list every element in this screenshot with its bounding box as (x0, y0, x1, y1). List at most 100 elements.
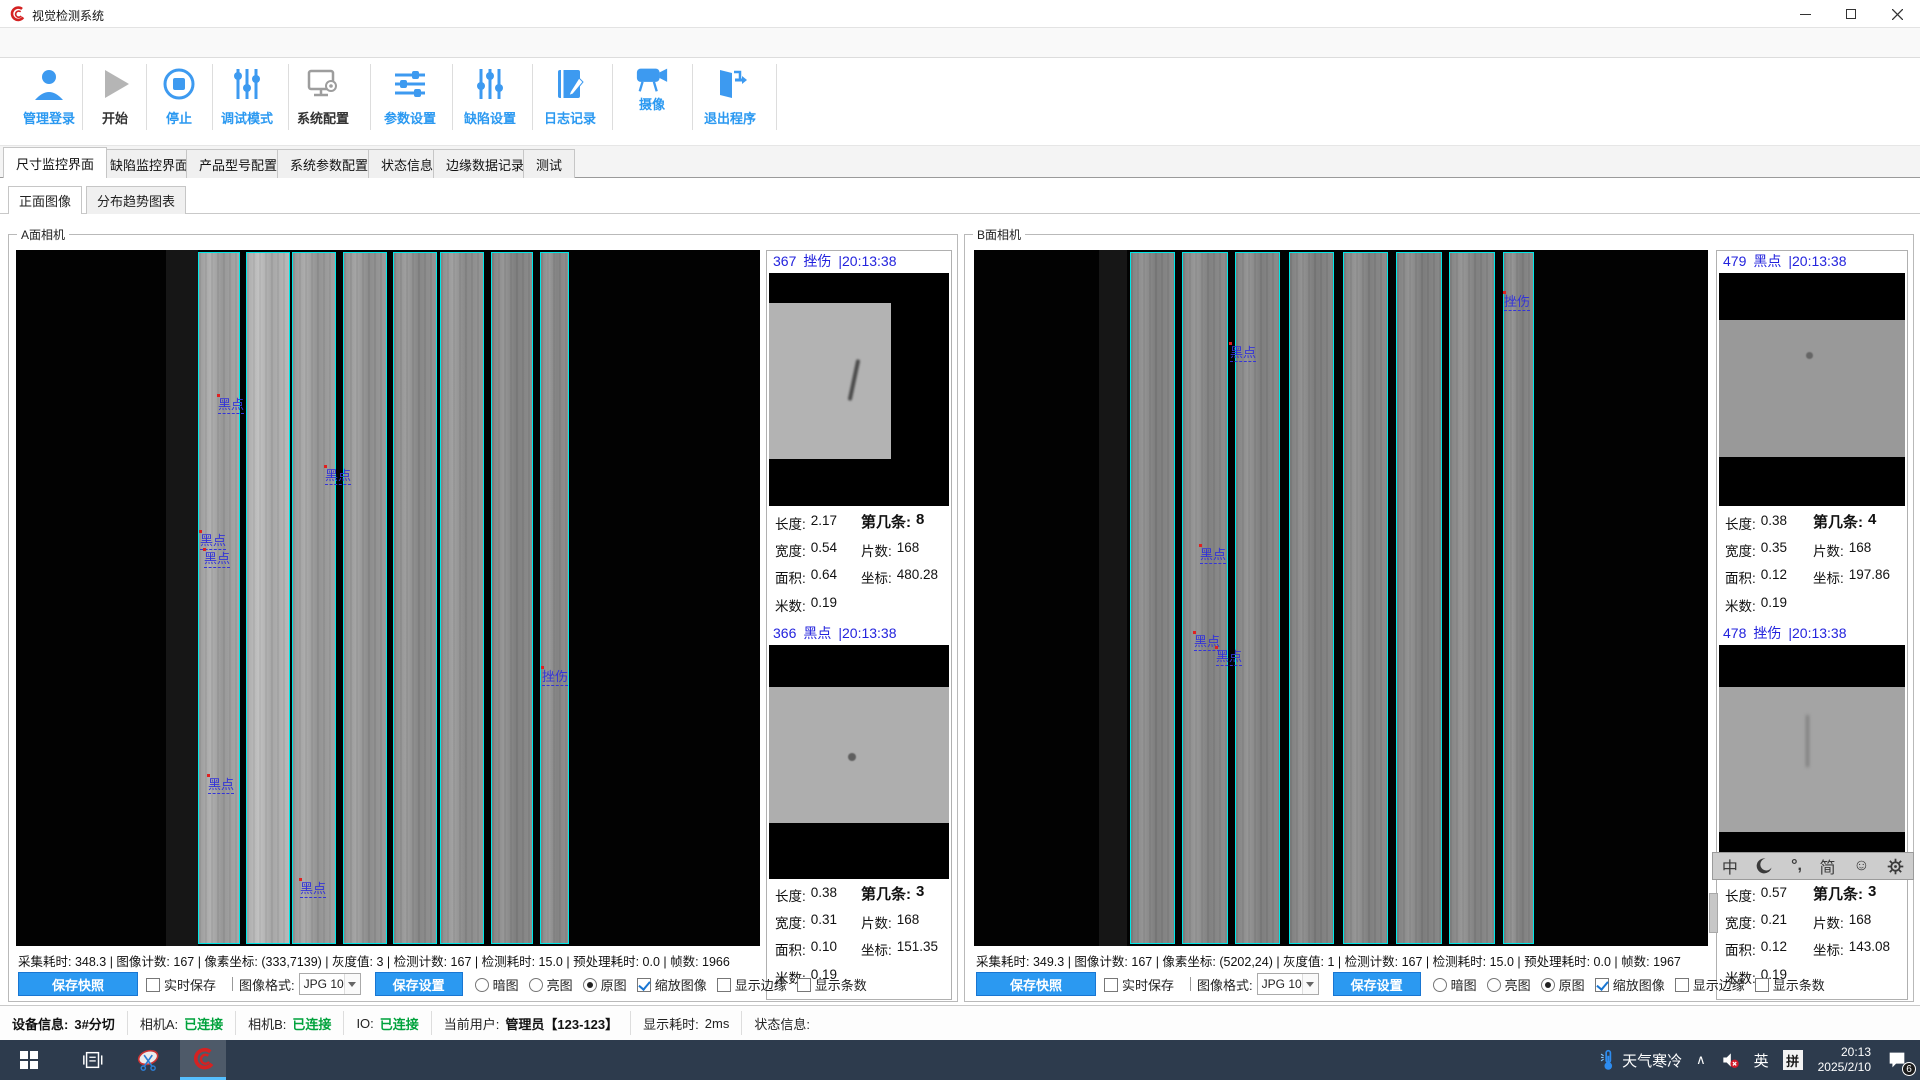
sliders-vertical-icon (472, 66, 508, 102)
defect-snapshot (769, 645, 949, 879)
defect-entry[interactable]: 479 黑点 |20:13:38 长度:0.38 第几条:4 宽度:0.35 片… (1717, 251, 1907, 621)
show-edge-checkbox[interactable] (1675, 978, 1689, 992)
defect-entry[interactable]: 366 黑点 |20:13:38 长度:0.38 第几条:3 宽度:0.31 片… (767, 623, 951, 993)
ime-emoji-button[interactable]: ☺ (1853, 857, 1869, 875)
show-count-checkbox[interactable] (797, 978, 811, 992)
scrollbar[interactable] (1709, 893, 1718, 933)
minimize-button[interactable] (1782, 0, 1828, 28)
action-toolbar: 管理登录 开始 停止 调试模式 系统配置 参数设置 (0, 58, 1920, 146)
play-icon (97, 66, 133, 102)
display-time: 显示耗时:2ms (631, 1011, 742, 1035)
ime-charset-toggle[interactable]: 简 (1820, 854, 1836, 878)
exit-program-button[interactable]: 退出程序 (698, 62, 762, 142)
ime-punctuation-toggle[interactable]: °, (1791, 857, 1802, 875)
defect-id: 366 (773, 625, 796, 641)
moon-icon[interactable] (1755, 857, 1773, 875)
defect-label: 黑点 (1216, 650, 1242, 666)
volume-muted-button[interactable] (1713, 1040, 1747, 1080)
defect-entry[interactable]: 478 挫伤 |20:13:38 长度:0.57 第几条:3 宽度:0.21 片… (1717, 623, 1907, 993)
subtab-front-image[interactable]: 正面图像 (8, 186, 82, 214)
snipping-tool-icon (136, 1047, 162, 1073)
panel-a-title: A面相机 (17, 226, 69, 243)
exit-icon (712, 66, 748, 102)
save-snapshot-button[interactable]: 保存快照 (976, 972, 1096, 996)
film-strip (1182, 252, 1228, 944)
tab-test[interactable]: 测试 (523, 149, 575, 178)
debug-mode-button[interactable]: 调试模式 (215, 62, 279, 142)
snipping-tool-button[interactable] (126, 1040, 172, 1080)
tab-system-param-config[interactable]: 系统参数配置 (277, 149, 381, 178)
film-strip (491, 252, 533, 944)
show-edge-checkbox[interactable] (717, 978, 731, 992)
original-image-radio[interactable] (1541, 978, 1555, 992)
defect-label: 黑点 (1200, 548, 1226, 564)
save-settings-button[interactable]: 保存设置 (375, 972, 463, 996)
film-strip (1130, 252, 1175, 944)
ime-language-bar: 中 °, 简 ☺ (1712, 852, 1914, 880)
defect-entry[interactable]: 367 挫伤 |20:13:38 长度:2.17 第几条:8 宽度:0.54 片… (767, 251, 951, 621)
start-button[interactable]: 开始 (83, 62, 147, 142)
defect-settings-button[interactable]: 缺陷设置 (458, 62, 522, 142)
dark-image-radio[interactable] (1433, 978, 1447, 992)
realtime-save-checkbox[interactable] (146, 978, 160, 992)
film-strip (540, 252, 569, 944)
device-info: 设备信息:3#分切 (0, 1011, 128, 1035)
log-record-button[interactable]: 日志记录 (538, 62, 602, 142)
admin-login-button[interactable]: 管理登录 (17, 62, 81, 142)
film-strip (1449, 252, 1495, 944)
windows-taskbar: 天气寒冷 ∧ 英 拼 20:13 2025/2/10 6 (0, 1040, 1920, 1080)
zoom-image-checkbox[interactable] (1595, 978, 1609, 992)
start-button[interactable] (6, 1040, 52, 1080)
defect-time: |20:13:38 (1788, 625, 1846, 641)
ime-mode-indicator[interactable]: 拼 (1776, 1040, 1810, 1080)
panel-a-camera-image: 黑点 黑点 黑点 黑点 挫伤 黑点 黑点 (16, 250, 760, 946)
task-view-button[interactable] (70, 1040, 116, 1080)
save-snapshot-button[interactable]: 保存快照 (18, 972, 138, 996)
panel-b-camera-image: 挫伤 黑点 黑点 黑点 黑点 (974, 250, 1708, 946)
weather-tray-item[interactable]: 天气寒冷 (1591, 1040, 1689, 1080)
notification-badge: 6 (1902, 1062, 1916, 1076)
clock-date: 2025/2/10 (1818, 1060, 1871, 1075)
image-format-label: 图像格式: (1197, 975, 1253, 994)
tab-edge-data-record[interactable]: 边缘数据记录 (433, 149, 537, 178)
capture-button[interactable]: 摄像 (620, 62, 684, 142)
panel-a-stats-line: 采集耗时: 348.3 | 图像计数: 167 | 像素坐标: (333,713… (18, 951, 730, 970)
panel-b-defect-list: 479 黑点 |20:13:38 长度:0.38 第几条:4 宽度:0.35 片… (1716, 250, 1908, 1000)
ime-mode-toggle[interactable]: 中 (1722, 854, 1738, 878)
dark-image-radio[interactable] (475, 978, 489, 992)
image-format-select[interactable]: JPG 100 (299, 973, 361, 995)
defect-snapshot (769, 273, 949, 506)
save-settings-button[interactable]: 保存设置 (1333, 972, 1421, 996)
system-config-button[interactable]: 系统配置 (291, 62, 355, 142)
realtime-save-checkbox[interactable] (1104, 978, 1118, 992)
zoom-image-checkbox[interactable] (637, 978, 651, 992)
clock-tray-item[interactable]: 20:13 2025/2/10 (1810, 1045, 1879, 1075)
tab-product-model-config[interactable]: 产品型号配置 (186, 149, 290, 178)
panel-a-defect-list: 367 挫伤 |20:13:38 长度:2.17 第几条:8 宽度:0.54 片… (766, 250, 952, 1000)
image-format-select[interactable]: JPG 100 (1257, 973, 1319, 995)
bright-image-radio[interactable] (529, 978, 543, 992)
original-image-radio[interactable] (583, 978, 597, 992)
defect-label: 黑点 (204, 552, 230, 568)
language-indicator[interactable]: 英 (1747, 1040, 1776, 1080)
defect-label: 挫伤 (542, 670, 568, 686)
tab-size-monitor[interactable]: 尺寸监控界面 (3, 147, 107, 178)
vision-app-taskbar-button[interactable] (180, 1040, 226, 1080)
film-edge-shadow (166, 250, 198, 946)
sub-tab-bar: 正面图像 分布趋势图表 (0, 178, 1920, 214)
film-strip (343, 252, 387, 944)
parameter-settings-button[interactable]: 参数设置 (378, 62, 442, 142)
film-strip (393, 252, 437, 944)
notification-center-button[interactable]: 6 (1879, 1040, 1920, 1080)
maximize-button[interactable] (1828, 0, 1874, 28)
user-icon (31, 66, 67, 102)
close-button[interactable] (1874, 0, 1920, 28)
show-count-checkbox[interactable] (1755, 978, 1769, 992)
hidden-icons-button[interactable]: ∧ (1689, 1040, 1713, 1080)
defect-time: |20:13:38 (1788, 253, 1846, 269)
chevron-down-icon (344, 974, 360, 994)
stop-button[interactable]: 停止 (147, 62, 211, 142)
bright-image-radio[interactable] (1487, 978, 1501, 992)
subtab-distribution-chart[interactable]: 分布趋势图表 (86, 186, 186, 214)
gear-icon[interactable] (1887, 858, 1904, 875)
